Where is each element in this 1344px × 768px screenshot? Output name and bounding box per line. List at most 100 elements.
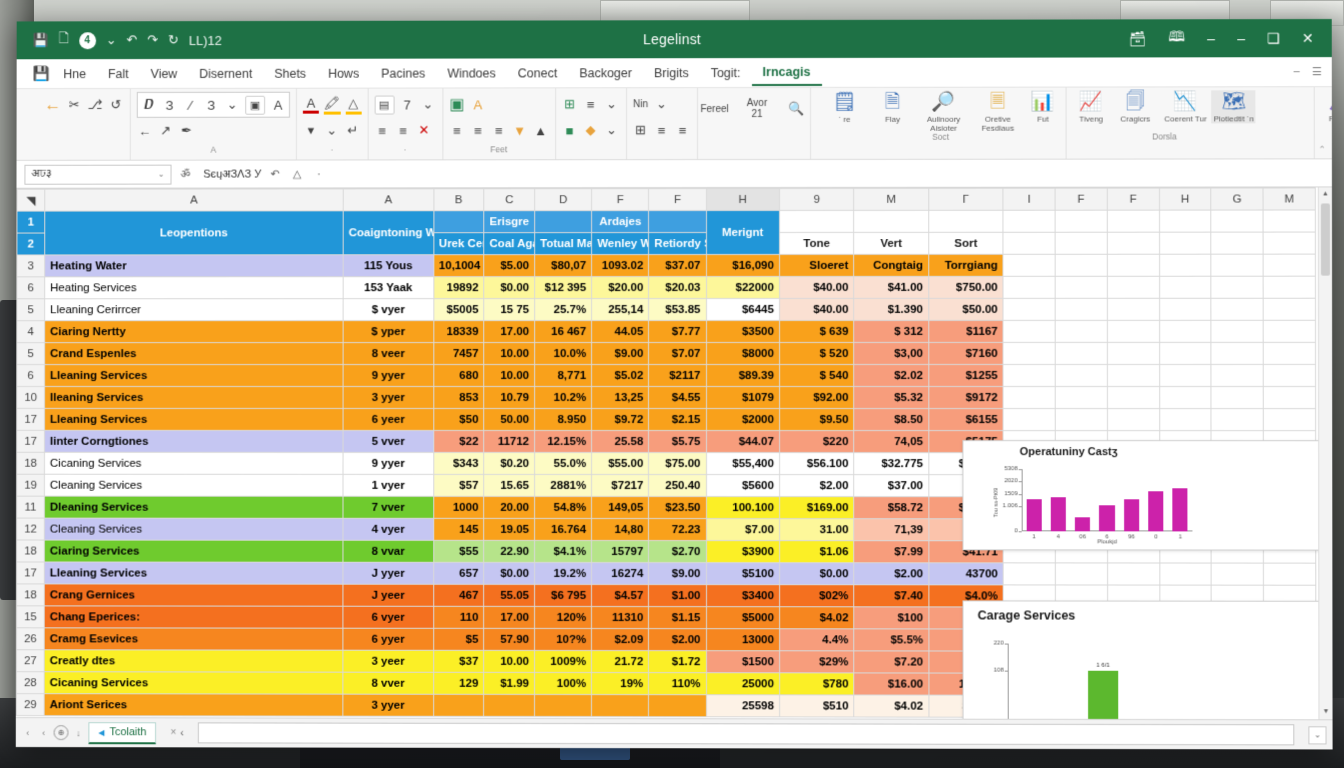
empty-cell[interactable] <box>1055 320 1108 343</box>
copy-icon[interactable]: ⎇ <box>87 97 103 113</box>
data-cell[interactable]: Congtaig <box>853 254 929 277</box>
empty-cell[interactable] <box>1055 342 1108 365</box>
data-cell[interactable]: $9.00 <box>648 562 707 585</box>
maximize-button[interactable]: ❑ <box>1267 30 1280 47</box>
row-label-cell[interactable]: Ariont Serices <box>44 693 343 717</box>
sparkline-button[interactable]: 📈 Tiveng <box>1073 91 1109 124</box>
data-cell[interactable]: 110 <box>433 606 484 629</box>
data-cell[interactable]: $44.07 <box>706 430 780 453</box>
scroll-down-icon[interactable]: ▼ <box>1319 705 1332 719</box>
ribbon-display-icon[interactable]: 🗃 <box>1129 30 1147 47</box>
data-cell[interactable]: $20.00 <box>591 276 649 299</box>
row-header[interactable]: 17 <box>16 561 45 584</box>
column-header-M[interactable]: M <box>853 188 929 211</box>
empty-cell[interactable] <box>1263 254 1316 277</box>
data-cell[interactable]: 16 467 <box>534 320 592 343</box>
data-cell[interactable]: $75.00 <box>648 452 707 475</box>
data-cell[interactable]: 10.00 <box>483 650 535 673</box>
format-cells-icon[interactable]: ≡ <box>675 123 691 138</box>
row-label-cell[interactable]: Cicaning Services <box>44 452 344 475</box>
save-icon[interactable]: 💾 <box>33 32 49 48</box>
column-header-F2[interactable]: F <box>648 188 707 211</box>
empty-cell[interactable] <box>1107 210 1160 233</box>
data-cell[interactable]: $ 540 <box>779 364 854 387</box>
data-cell[interactable]: $7.40 <box>854 584 929 607</box>
highlight-color-icon[interactable]: 🖍 <box>323 95 341 115</box>
empty-cell[interactable] <box>1211 276 1264 299</box>
row-label-cell[interactable]: Iinter Corngtiones <box>44 430 344 453</box>
row-label-cell[interactable]: Cicaning Services <box>44 671 343 695</box>
data-cell[interactable]: $40.00 <box>779 298 854 321</box>
align-top-icon[interactable]: ≡ <box>449 123 465 138</box>
table-row[interactable]: 10 Ileaning Services 3 yyer 853 10.79 10.2% 13… <box>16 386 1316 409</box>
column-header-G1[interactable]: Г <box>928 188 1004 211</box>
header-group-2-sub[interactable]: Totual Matas <box>534 232 592 255</box>
data-cell[interactable]: 55.0% <box>534 452 592 475</box>
data-cell[interactable] <box>534 694 592 717</box>
empty-cell[interactable] <box>1211 210 1264 233</box>
row-period-cell[interactable]: 8 vvar <box>342 540 434 563</box>
decrease-indent-icon[interactable]: ← <box>137 123 153 138</box>
data-cell[interactable]: $2.00 <box>779 474 854 497</box>
data-cell[interactable]: 1009% <box>534 650 592 673</box>
data-cell[interactable]: $7.99 <box>854 540 929 563</box>
book-icon[interactable]: 🕮 <box>1169 26 1186 50</box>
restore-button[interactable]: – <box>1237 30 1245 46</box>
header-group-1-sub[interactable]: Coal Agat <box>484 232 535 255</box>
data-cell[interactable]: 10,1004 <box>433 254 485 277</box>
data-cell[interactable]: 100.100 <box>706 496 780 519</box>
data-cell[interactable]: $02% <box>779 584 855 607</box>
empty-cell[interactable] <box>1003 408 1056 431</box>
data-cell[interactable]: $50.00 <box>928 298 1004 321</box>
data-cell[interactable]: $5000 <box>706 606 780 629</box>
data-cell[interactable]: $7.00 <box>706 518 780 541</box>
sort-icon[interactable]: ↓ <box>72 728 84 738</box>
data-cell[interactable]: $5.02 <box>591 364 649 387</box>
data-cell[interactable]: 10.79 <box>483 386 535 409</box>
data-cell[interactable]: $4.1% <box>534 540 592 563</box>
row-period-cell[interactable]: 9 yyer <box>343 364 434 387</box>
data-cell[interactable]: $2117 <box>648 364 707 387</box>
row-period-cell[interactable]: 4 vyer <box>342 518 434 541</box>
row-period-cell[interactable]: 8 vver <box>342 672 434 695</box>
prev-sheet-icon[interactable]: ‹ <box>22 728 34 738</box>
right-header-0[interactable]: Tone <box>779 232 854 255</box>
header-group-5-merged[interactable]: Merignt <box>706 210 780 255</box>
font-dropdown-icon[interactable]: ⌄ <box>224 97 240 113</box>
underline-icon[interactable]: З <box>203 97 219 112</box>
ribbon-tab-0[interactable]: Hne <box>52 62 97 86</box>
data-cell[interactable]: $510 <box>779 694 855 718</box>
row-label-cell[interactable]: Lleaning Cerirrcer <box>44 298 344 321</box>
row-period-cell[interactable]: 8 veer <box>343 342 434 365</box>
row-period-cell[interactable]: 5 vver <box>343 430 434 453</box>
highlight-dropdown-icon[interactable]: ⌄ <box>324 123 340 139</box>
insert-pivot-button[interactable]: 🗎 Flay <box>870 91 916 124</box>
data-cell[interactable]: $5.00 <box>484 254 535 277</box>
data-cell[interactable]: $58.72 <box>853 496 929 519</box>
data-cell[interactable]: 255,14 <box>591 298 649 321</box>
column-header-H2[interactable]: H <box>1159 188 1212 211</box>
data-cell[interactable]: $1.06 <box>779 540 855 563</box>
data-cell[interactable]: 467 <box>433 584 484 607</box>
data-cell[interactable]: $343 <box>433 452 484 475</box>
fill-button[interactable]: 🖌 Facoe <box>1321 90 1332 123</box>
data-cell[interactable]: 250.40 <box>648 474 707 497</box>
data-cell[interactable]: $1.72 <box>648 650 707 673</box>
data-cell[interactable]: 2881% <box>534 474 592 497</box>
name-box[interactable]: अঢ३ ⌄ <box>24 164 172 185</box>
row-period-cell[interactable]: 3 yeer <box>342 650 434 673</box>
row-label-cell[interactable]: Heating Services <box>44 276 344 299</box>
empty-cell[interactable] <box>1107 254 1160 277</box>
empty-cell[interactable] <box>779 210 854 233</box>
scroll-up-icon[interactable]: ▲ <box>1319 187 1332 201</box>
analysis-assistant-button[interactable]: 🔎 Aulinoory Aisioter <box>918 91 970 133</box>
data-cell[interactable]: $7.77 <box>648 320 707 343</box>
data-cell[interactable]: 15 75 <box>484 298 535 321</box>
data-cell[interactable]: $5.32 <box>853 386 929 409</box>
empty-cell[interactable] <box>1159 408 1212 431</box>
column-header-D[interactable]: D <box>534 188 592 211</box>
empty-cell[interactable] <box>1055 364 1108 387</box>
number-format-icon[interactable]: ▣ <box>449 94 465 114</box>
format-painter-icon[interactable]: ↺ <box>108 97 124 113</box>
row-label-cell[interactable]: Cramg Esevices <box>44 627 343 651</box>
